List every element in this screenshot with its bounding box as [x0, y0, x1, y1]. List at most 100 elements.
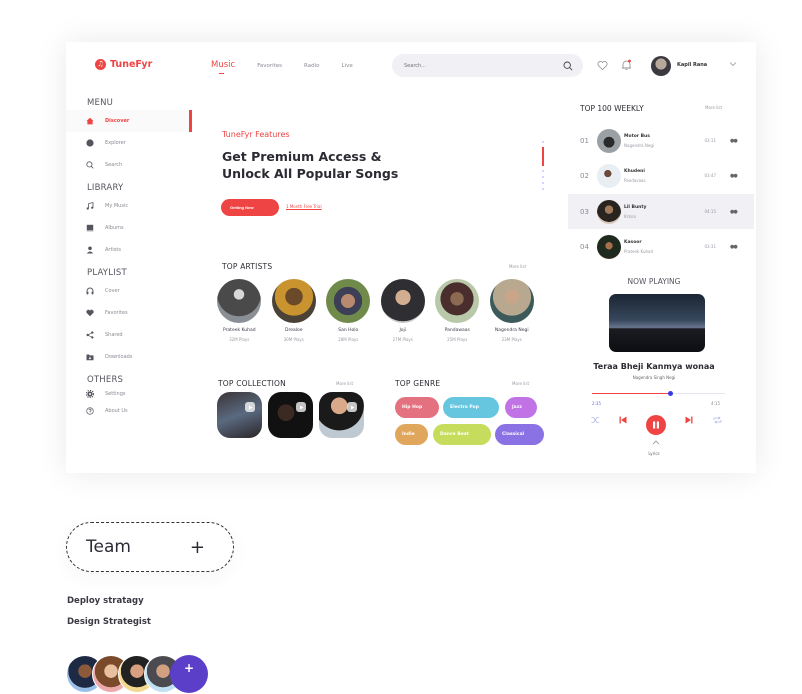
free-trial-link[interactable]: 1 Month Free Trial: [286, 204, 322, 209]
plus-icon[interactable]: +: [190, 537, 205, 558]
sidebar-item-label: Downloads: [105, 354, 133, 360]
search-bar: [392, 54, 583, 77]
logo[interactable]: ♫ TuneFyr: [95, 59, 152, 70]
sidebar-item-label: Explorer: [105, 140, 126, 146]
nav-favorites[interactable]: Favorites: [257, 63, 282, 69]
sidebar-item-artists[interactable]: Artists: [66, 239, 192, 261]
now-playing-title: NOW PLAYING: [627, 277, 681, 286]
track-rank: 04: [580, 242, 589, 251]
collection-card[interactable]: [268, 392, 313, 438]
help-icon: [86, 406, 94, 415]
top100-title: TOP 100 WEEKLY: [580, 104, 644, 113]
sidebar-item-shared[interactable]: Shared: [66, 324, 192, 346]
artist-name: San Holo: [338, 328, 359, 333]
sidebar-item-label: My Music: [105, 203, 129, 209]
sidebar-item-search[interactable]: Search: [66, 154, 192, 176]
search-input[interactable]: [404, 62, 563, 69]
now-playing-artist: Nagendra Singh Negi: [632, 375, 676, 380]
sidebar-item-explorer[interactable]: Explorer: [66, 132, 192, 154]
sidebar-item-cover[interactable]: Cover: [66, 280, 192, 302]
track-title: Lil Bunty: [624, 204, 647, 210]
more-options-icon[interactable]: ●●: [730, 244, 738, 250]
track-thumbnail: [597, 234, 621, 259]
artist-card[interactable]: San Holo 28M Plays: [321, 279, 376, 342]
artist-photo: [435, 279, 480, 323]
track-title: Khudeni: [624, 168, 645, 174]
sidebar-item-downloads[interactable]: Downloads: [66, 346, 192, 368]
pager-dot[interactable]: [542, 188, 544, 190]
track-rank: 02: [580, 171, 589, 180]
play-icon[interactable]: [296, 402, 306, 412]
add-team-member-button[interactable]: +: [170, 655, 208, 693]
track-row[interactable]: 01 Motor Bus Nagendra Negi 03:11 ●●: [568, 123, 754, 158]
collection-card[interactable]: [319, 392, 364, 438]
nav-music[interactable]: Music: [211, 60, 235, 74]
top-collection-title: TOP COLLECTION: [218, 379, 286, 388]
sidebar-item-label: Cover: [105, 288, 120, 294]
play-icon[interactable]: [245, 402, 255, 412]
artist-card[interactable]: Prateek Kuhad 32M Plays: [212, 279, 267, 342]
track-row[interactable]: 04 Kasoor Prateek Kuhad 03:31 ●●: [568, 229, 754, 264]
hero-kicker: TuneFyr Features: [222, 130, 290, 139]
genre-chip-electro-pop[interactable]: Electro Pop: [443, 397, 499, 418]
next-icon[interactable]: [685, 416, 693, 424]
sidebar-item-settings[interactable]: Settings: [66, 385, 192, 402]
collection-card[interactable]: [217, 392, 262, 438]
nav-live[interactable]: Live: [342, 63, 353, 69]
pager-dot[interactable]: [542, 182, 544, 184]
top-collection-more-link[interactable]: More list: [336, 381, 353, 386]
top-artists-more-link[interactable]: More list: [509, 264, 526, 269]
track-row-active[interactable]: 03 Lil Bunty Kr$na 04:15 ●●: [568, 194, 754, 229]
artist-card[interactable]: Pandawaas 25M Plays: [430, 279, 485, 342]
lyrics-toggle[interactable]: Lyrics: [568, 451, 740, 456]
top-genre-more-link[interactable]: More list: [512, 381, 529, 386]
track-thumbnail: [597, 163, 621, 188]
team-add-card[interactable]: Team +: [66, 522, 234, 572]
more-options-icon[interactable]: ●●: [730, 209, 738, 215]
circle-icon: [86, 139, 94, 147]
pager-active-indicator[interactable]: [542, 147, 544, 166]
pager-dot[interactable]: [542, 176, 544, 178]
artist-card[interactable]: Nagendra Negi 23M Plays: [485, 279, 540, 342]
playback-progress-slider[interactable]: [592, 391, 725, 396]
sidebar-item-about-us[interactable]: About Us: [66, 402, 192, 419]
pager-dot[interactable]: [542, 170, 544, 172]
download-folder-icon: [86, 353, 94, 361]
home-icon: [86, 117, 94, 125]
role-label: Design Strategist: [67, 617, 151, 627]
previous-icon[interactable]: [619, 416, 627, 424]
sidebar-item-label: Albums: [105, 225, 124, 231]
artist-plays: 23M Plays: [501, 337, 522, 342]
artist-card[interactable]: Joji 27M Plays: [376, 279, 431, 342]
sidebar-item-my-music[interactable]: My Music: [66, 195, 192, 217]
track-duration: 04:15: [704, 209, 716, 214]
search-icon: [86, 161, 94, 169]
artist-name: Nagendra Negi: [494, 328, 529, 333]
sidebar: MENU Discover Explorer Search LIBRARY My…: [66, 98, 192, 419]
sidebar-item-albums[interactable]: Albums: [66, 217, 192, 239]
genre-chip-jazz[interactable]: Jazz: [505, 397, 537, 418]
progress-knob[interactable]: [668, 391, 674, 396]
artist-card[interactable]: Drealoe 30M Plays: [267, 279, 322, 342]
sidebar-item-favorites[interactable]: Favorites: [66, 302, 192, 324]
more-options-icon[interactable]: ●●: [730, 173, 738, 179]
sidebar-item-label: Settings: [105, 390, 126, 397]
genre-chip-classical[interactable]: Classical: [495, 424, 544, 445]
getting-now-button[interactable]: Getting Now: [221, 199, 279, 216]
pause-button[interactable]: [646, 415, 666, 435]
nav-radio[interactable]: Radio: [304, 63, 319, 69]
more-options-icon[interactable]: ●●: [730, 138, 738, 144]
track-artist: Kr$na: [624, 213, 636, 219]
pager-dot[interactable]: [542, 141, 544, 143]
genre-chip-hip-hop[interactable]: Hip Hop: [395, 397, 439, 418]
shuffle-icon[interactable]: [591, 416, 600, 424]
genre-chip-indie[interactable]: Indie: [395, 424, 428, 445]
top100-more-link[interactable]: More list: [705, 105, 722, 110]
genre-chip-dance-beat[interactable]: Dance Beat: [433, 424, 491, 445]
music-note-logo-icon: ♫: [95, 59, 106, 70]
chevron-up-icon[interactable]: [652, 440, 660, 445]
track-row[interactable]: 02 Khudeni Pandavaas 03:47 ●●: [568, 158, 754, 193]
sidebar-item-discover[interactable]: Discover: [66, 110, 192, 132]
repeat-icon[interactable]: [713, 416, 722, 424]
play-icon[interactable]: [347, 402, 357, 412]
